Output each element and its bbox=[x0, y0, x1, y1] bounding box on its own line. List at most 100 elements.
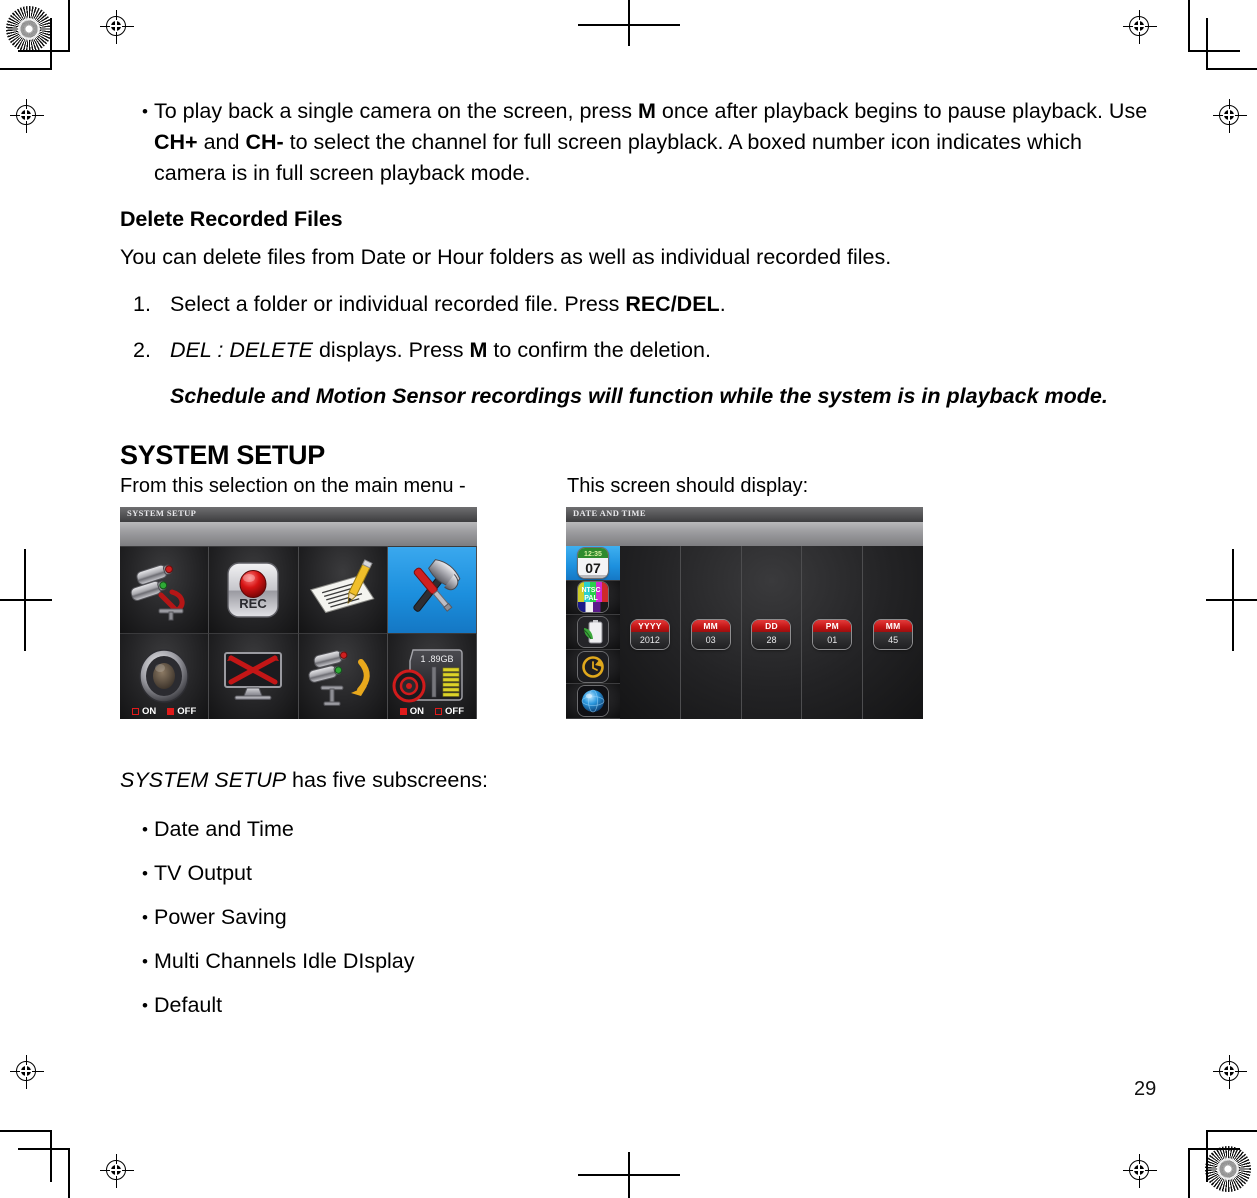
day-field-header: DD bbox=[752, 620, 791, 632]
key-ch-minus: CH- bbox=[245, 130, 284, 154]
storage-off-label: OFF bbox=[445, 706, 464, 717]
audio-on-box bbox=[132, 708, 139, 715]
main-menu-subbar bbox=[120, 522, 477, 546]
menu-cell-record-setup[interactable]: REC bbox=[209, 546, 299, 633]
menu-cell-audio-setup[interactable]: ON OFF bbox=[120, 632, 210, 719]
svg-text:12:35: 12:35 bbox=[584, 551, 602, 558]
crop-mark-right-center-h bbox=[1206, 599, 1257, 601]
main-menu-grid: REC ON OFF 1 .89GB ON OFF bbox=[120, 546, 477, 719]
delete-step-1: 1. Select a folder or individual recorde… bbox=[120, 289, 1155, 320]
day-field[interactable]: DD 28 bbox=[752, 620, 791, 649]
bullet-marker: • bbox=[142, 864, 148, 883]
intro-bullet-text: To play back a single camera on the scre… bbox=[154, 96, 1155, 189]
crop-mark-top-center-h bbox=[578, 24, 680, 26]
column-day[interactable]: DD 28 bbox=[742, 546, 803, 719]
crop-mark-bottom-center-h bbox=[578, 1174, 680, 1176]
subscreen-label: TV Output bbox=[154, 861, 252, 885]
crop-mark-bottom-left-h2 bbox=[18, 1148, 70, 1150]
column-year[interactable]: YYYY 2012 bbox=[620, 546, 681, 719]
intro-seg-4: to select the channel for full screen pl… bbox=[154, 130, 1083, 185]
menu-cell-system-setup[interactable] bbox=[387, 546, 477, 633]
date-time-fields: YYYY 2012 MM 03 DD 28 PM 01 MM 45 bbox=[620, 546, 923, 719]
registration-target-top-left bbox=[100, 10, 134, 44]
audio-onoff-indicator: ON OFF bbox=[120, 706, 208, 717]
key-ch-plus: CH+ bbox=[154, 130, 198, 154]
sidebar-icon-power-saving bbox=[578, 616, 608, 647]
crop-mark-top-right-v2 bbox=[1206, 18, 1208, 70]
subscreen-item-default: • Default bbox=[120, 990, 1155, 1021]
storage-on-label: ON bbox=[409, 706, 424, 717]
month-field-value: 03 bbox=[691, 632, 730, 649]
month-field[interactable]: MM 03 bbox=[691, 620, 730, 649]
crop-mark-bottom-right-h bbox=[1206, 1130, 1257, 1132]
menu-cell-schedule-setup[interactable] bbox=[298, 546, 388, 633]
menu-cell-channel-rotate[interactable] bbox=[298, 632, 388, 719]
hour-field[interactable]: PM 01 bbox=[813, 620, 852, 649]
caption-date-time: This screen should display: bbox=[567, 475, 809, 497]
crop-mark-bottom-left-v bbox=[50, 1130, 52, 1182]
month-field-header: MM bbox=[691, 620, 730, 632]
storage-on-indicator[interactable]: ON bbox=[399, 706, 424, 717]
sidebar-item-date-and-time[interactable]: 12:35 07 bbox=[566, 546, 620, 581]
column-minute[interactable]: MM 45 bbox=[863, 546, 923, 719]
system-setup-tools-icon bbox=[392, 558, 472, 622]
sidebar-item-idle-display[interactable] bbox=[566, 649, 620, 685]
sidebar-icon-default bbox=[578, 686, 608, 717]
crop-mark-left-center-h bbox=[0, 599, 52, 601]
crop-mark-bottom-center-v bbox=[628, 1152, 630, 1198]
crop-mark-top-right-h bbox=[1188, 50, 1240, 52]
registration-target-left-lower bbox=[10, 1055, 44, 1089]
crop-mark-top-center-v bbox=[628, 0, 630, 46]
intro-bullet-item: • To play back a single camera on the sc… bbox=[120, 96, 1155, 189]
subscreen-item-date-and-time: • Date and Time bbox=[120, 814, 1155, 845]
hour-field-header: PM bbox=[813, 620, 852, 632]
menu-cell-display-off[interactable] bbox=[209, 632, 299, 719]
screenshot-pair: SYSTEM SETUP REC ON OFF 1 .89GB ON OFF D… bbox=[120, 507, 1155, 719]
bullet-marker: • bbox=[142, 102, 148, 121]
sidebar-icon-tv-output: NTSC PAL bbox=[578, 582, 608, 613]
subscreen-label: Multi Channels Idle DIsplay bbox=[154, 949, 415, 973]
audio-off-box bbox=[167, 708, 175, 715]
step-2-marker: 2. bbox=[133, 338, 151, 362]
menu-cell-storage[interactable]: 1 .89GB ON OFF bbox=[387, 632, 477, 719]
date-time-panel: 12:35 07 NTSC PAL YYYY 2012 MM 03 DD 28 … bbox=[566, 546, 923, 719]
storage-capacity-label: 1 .89GB bbox=[420, 654, 453, 664]
main-menu-title: SYSTEM SETUP bbox=[127, 508, 197, 518]
year-field[interactable]: YYYY 2012 bbox=[630, 620, 669, 649]
sidebar-icon-idle-display bbox=[578, 651, 608, 682]
crop-mark-top-left-v2 bbox=[50, 18, 52, 70]
starburst-mark-top-left bbox=[6, 6, 52, 52]
sidebar-icon-date-and-time: 12:35 07 bbox=[578, 547, 608, 578]
intro-seg-1: To play back a single camera on the scre… bbox=[154, 99, 639, 123]
menu-cell-camera-setup[interactable] bbox=[120, 546, 210, 633]
sidebar-item-tv-output[interactable]: NTSC PAL bbox=[566, 580, 620, 616]
subscreens-lead: SYSTEM SETUP has five subscreens: bbox=[120, 765, 1155, 796]
crop-mark-bottom-left-h bbox=[0, 1130, 52, 1132]
registration-target-top-right bbox=[1123, 10, 1157, 44]
audio-off-indicator[interactable]: OFF bbox=[167, 706, 196, 717]
date-time-subbar bbox=[566, 522, 923, 546]
crop-mark-bottom-right-v2 bbox=[1188, 1148, 1190, 1198]
sidebar-item-power-saving[interactable] bbox=[566, 615, 620, 650]
bullet-marker: • bbox=[142, 820, 148, 839]
subscreens-lead-italic: SYSTEM SETUP bbox=[120, 768, 287, 792]
registration-target-bottom-left bbox=[100, 1154, 134, 1188]
intro-seg-3: and bbox=[197, 130, 246, 154]
schedule-setup-icon bbox=[305, 558, 381, 621]
step-1-marker: 1. bbox=[133, 292, 151, 316]
subscreen-item-tv-output: • TV Output bbox=[120, 858, 1155, 889]
sd-card-storage-icon: 1 .89GB bbox=[391, 648, 473, 704]
minute-field[interactable]: MM 45 bbox=[874, 620, 913, 649]
minute-field-value: 45 bbox=[874, 632, 913, 649]
camera-setup-icon bbox=[127, 559, 201, 621]
main-menu-titlebar: SYSTEM SETUP bbox=[120, 507, 477, 522]
crop-mark-bottom-right-v bbox=[1206, 1130, 1208, 1182]
playback-mode-note: Schedule and Motion Sensor recordings wi… bbox=[170, 384, 1108, 408]
column-hour[interactable]: PM 01 bbox=[802, 546, 864, 719]
sidebar-item-default[interactable] bbox=[566, 684, 620, 719]
column-month[interactable]: MM 03 bbox=[681, 546, 742, 719]
svg-text:PAL: PAL bbox=[584, 595, 598, 602]
storage-off-box bbox=[435, 708, 442, 715]
audio-on-indicator[interactable]: ON bbox=[132, 706, 156, 717]
storage-off-indicator[interactable]: OFF bbox=[435, 706, 464, 717]
